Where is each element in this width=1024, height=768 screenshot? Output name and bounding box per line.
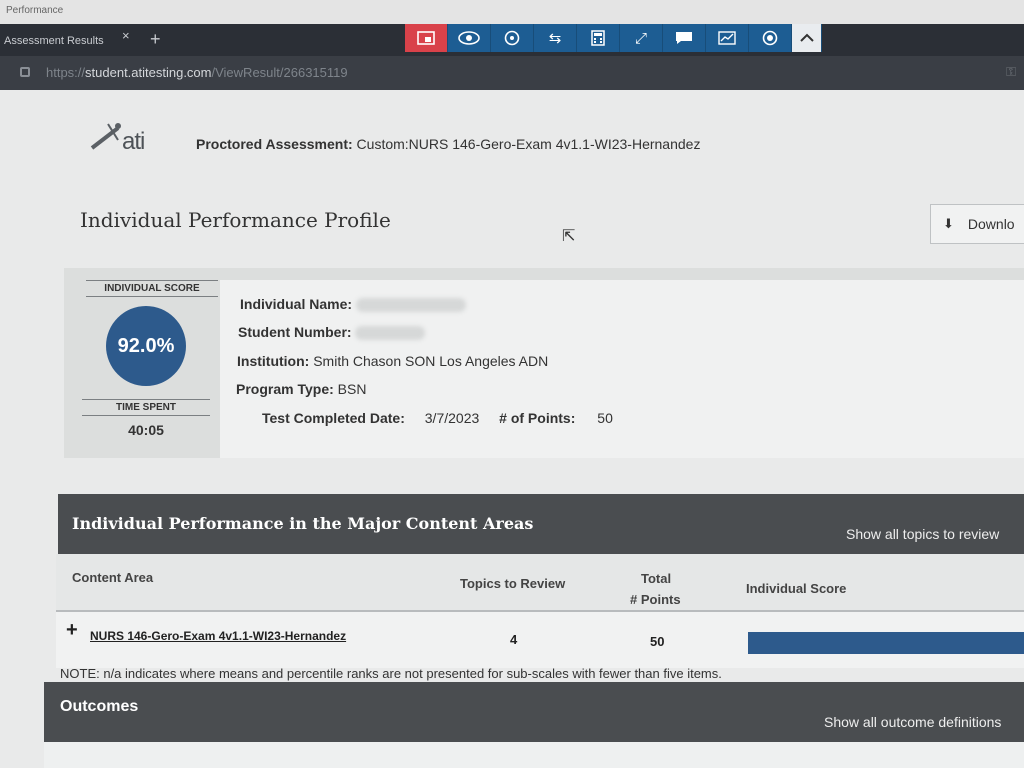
note-text: NOTE: n/a indicates where means and perc… xyxy=(60,666,722,681)
page-title: Individual Performance Profile xyxy=(80,208,391,232)
tab-assessment-results[interactable]: Assessment Results xyxy=(0,28,140,56)
score-label-box: INDIVIDUAL SCORE xyxy=(86,280,218,297)
chevron-up-icon[interactable] xyxy=(792,24,822,52)
fullscreen-icon[interactable]: ⤢ xyxy=(620,24,663,52)
show-outcomes-link[interactable]: Show all outcome definitions xyxy=(824,714,1001,730)
expand-plus-icon[interactable]: + xyxy=(66,620,78,640)
time-spent-label: TIME SPENT xyxy=(82,399,210,416)
student-number-row: Student Number: xyxy=(238,324,426,341)
calculator-icon[interactable] xyxy=(577,24,620,52)
topics-value: 4 xyxy=(510,632,518,647)
program-row: Program Type: BSN xyxy=(236,381,367,397)
date-row: Test Completed Date: 3/7/2023 # of Point… xyxy=(262,410,613,426)
student-info: Individual Name: Student Number: Institu… xyxy=(220,280,1024,458)
tools-icon[interactable] xyxy=(491,24,534,52)
mouse-cursor-icon: ⇱ xyxy=(562,228,576,245)
tab-bar: Assessment Results × + ⇆ ⤢ xyxy=(0,24,1024,56)
download-label: Downlo xyxy=(967,216,1015,232)
chat-icon[interactable] xyxy=(663,24,706,52)
address-bar[interactable]: https://student.atitesting.com/ViewResul… xyxy=(0,56,1024,90)
redacted-name xyxy=(355,298,466,313)
url-text[interactable]: https://student.atitesting.com/ViewResul… xyxy=(46,65,348,80)
outcomes-body xyxy=(44,742,1024,768)
table-header: Content Area Topics to Review Total # Po… xyxy=(56,554,1024,612)
content-areas-header: Individual Performance in the Major Cont… xyxy=(58,494,1024,554)
assessment-name: Custom:NURS 146-Gero-Exam 4v1.1-WI23-Her… xyxy=(356,136,701,152)
col-total: Total xyxy=(641,571,672,586)
content-area-link[interactable]: NURS 146-Gero-Exam 4v1.1-WI23-Hernandez xyxy=(90,629,346,643)
institution-row: Institution: Smith Chason SON Los Angele… xyxy=(237,353,549,369)
col-content-area: Content Area xyxy=(72,570,154,585)
time-label-box: TIME SPENT xyxy=(82,399,210,416)
content-areas-title: Individual Performance in the Major Cont… xyxy=(72,514,534,533)
assessment-title: Proctored Assessment: Custom:NURS 146-Ge… xyxy=(196,136,700,152)
score-circle: 92.0% xyxy=(106,306,186,386)
lockdown-toolbar: ⇆ ⤢ xyxy=(405,24,822,52)
show-topics-link[interactable]: Show all topics to review xyxy=(846,526,999,542)
page-content: ati Proctored Assessment: Custom:NURS 14… xyxy=(0,90,1024,768)
key-icon[interactable]: ⚿ xyxy=(1006,64,1016,80)
redacted-number xyxy=(355,326,426,341)
assessment-label: Proctored Assessment: xyxy=(196,136,353,152)
download-button[interactable]: ⬇ Downlo xyxy=(930,204,1024,244)
chart-icon[interactable] xyxy=(706,24,749,52)
score-bar xyxy=(748,632,1024,654)
col-topics: Topics to Review xyxy=(460,576,566,591)
individual-score-label: INDIVIDUAL SCORE xyxy=(86,280,218,297)
name-row: Individual Name: xyxy=(240,296,466,313)
tab-close-icon[interactable]: × xyxy=(122,28,130,43)
logo-text: ati xyxy=(122,128,145,155)
new-tab-icon[interactable]: + xyxy=(150,28,161,50)
window-title: Performance xyxy=(0,0,1024,24)
outcomes-title: Outcomes xyxy=(60,698,139,715)
outcomes-header: Outcomes Show all outcome definitions xyxy=(44,682,1024,742)
points-value: 50 xyxy=(650,634,665,649)
screenshot-icon[interactable] xyxy=(405,24,448,52)
lock-icon xyxy=(20,67,30,77)
col-points: # Points xyxy=(630,592,681,607)
download-icon: ⬇ xyxy=(943,216,954,231)
table-row: + NURS 146-Gero-Exam 4v1.1-WI23-Hernande… xyxy=(56,612,1024,668)
record-icon[interactable] xyxy=(749,24,792,52)
col-individual-score: Individual Score xyxy=(746,581,847,596)
swap-icon[interactable]: ⇆ xyxy=(534,24,577,52)
eye-icon[interactable] xyxy=(448,24,491,52)
time-spent-value: 40:05 xyxy=(128,422,164,438)
